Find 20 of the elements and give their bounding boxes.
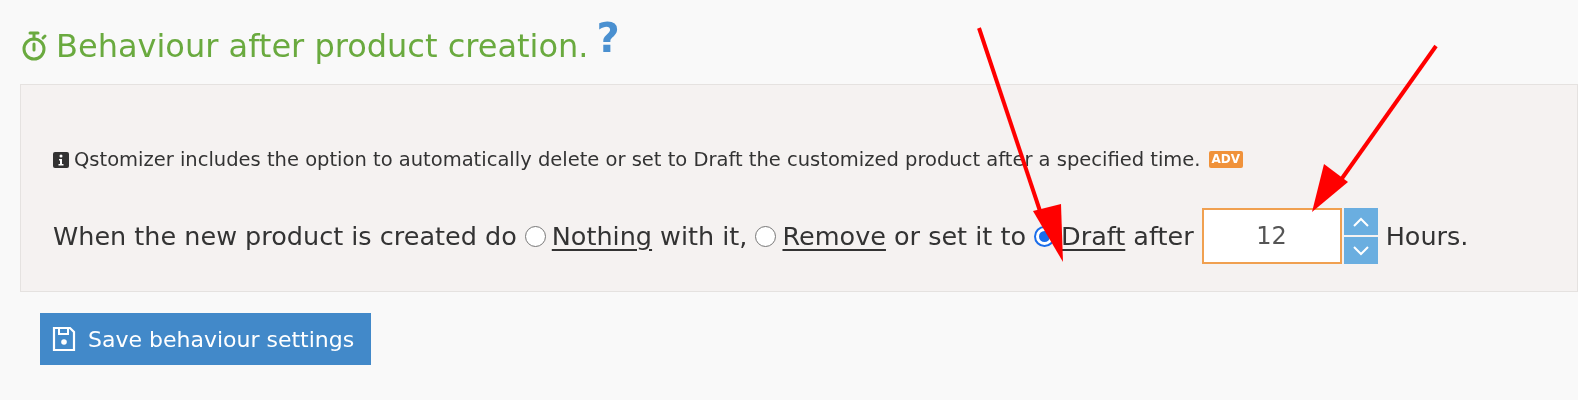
sentence-text: with it, [660,220,748,254]
hours-input[interactable]: 12 [1201,208,1342,265]
radio-label[interactable]: Nothing [551,217,653,256]
chevron-up-icon [1351,216,1370,227]
adv-badge: ADV [1208,151,1244,169]
sentence-text: Hours. [1385,220,1469,254]
radio-button[interactable] [524,225,546,247]
stopwatch-icon [20,30,48,62]
info-icon [53,151,69,168]
section-title: Behaviour after product creation. [56,30,589,62]
increment-button[interactable] [1343,208,1378,236]
radio-button[interactable] [755,225,777,247]
sentence-text: after [1133,220,1194,254]
chevron-down-icon [1351,245,1370,256]
radio-label[interactable]: Draft [1061,217,1126,256]
save-button[interactable]: Save behaviour settings [40,313,371,365]
sentence-text: When the new product is created do [53,220,517,254]
radio-label[interactable]: Remove [782,217,886,256]
decrement-button[interactable] [1343,237,1378,265]
sentence-text: or set it to [893,220,1026,254]
